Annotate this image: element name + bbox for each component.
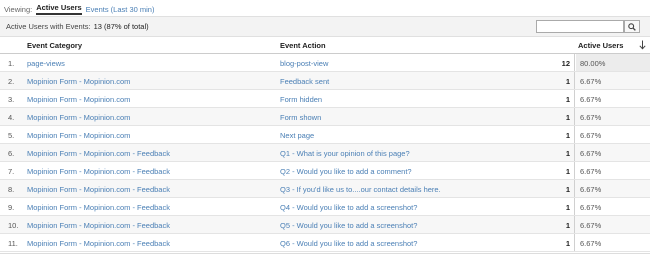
row-number: 9. [8, 203, 15, 212]
event-action-link[interactable]: Q3 - If you'd like us to....our contact … [280, 185, 441, 194]
event-action-link[interactable]: blog-post-view [280, 59, 328, 68]
summary-bar: Active Users with Events: 13 (87% of tot… [0, 16, 650, 37]
column-divider [574, 144, 575, 161]
row-number: 10. [8, 221, 19, 230]
table-body: 1. page-views blog-post-view 12 80.00% 2… [0, 54, 650, 252]
table-row: 4. Mopinion Form - Mopinion.com Form sho… [0, 108, 650, 126]
table-row: 11. Mopinion Form - Mopinion.com - Feedb… [0, 234, 650, 252]
tab-active-users[interactable]: Active Users [36, 3, 82, 15]
table-footer-divider [0, 253, 650, 254]
active-users-count: 1 [565, 203, 570, 212]
event-category-link[interactable]: Mopinion Form - Mopinion.com [27, 95, 130, 104]
event-category-link[interactable]: Mopinion Form - Mopinion.com [27, 131, 130, 140]
active-users-percent: 6.67% [580, 113, 602, 122]
table-row: 7. Mopinion Form - Mopinion.com - Feedba… [0, 162, 650, 180]
row-number: 5. [8, 131, 15, 140]
event-category-link[interactable]: Mopinion Form - Mopinion.com - Feedback [27, 203, 170, 212]
row-number: 6. [8, 149, 15, 158]
tab-events-last-30-min[interactable]: Events (Last 30 min) [86, 5, 155, 14]
column-divider [574, 162, 575, 179]
table-row: 1. page-views blog-post-view 12 80.00% [0, 54, 650, 72]
arrow-down-icon[interactable] [639, 40, 646, 52]
event-action-link[interactable]: Form shown [280, 113, 321, 122]
column-divider [574, 234, 575, 251]
summary-value: 13 (87% of total) [93, 22, 149, 31]
row-number: 8. [8, 185, 15, 194]
event-category-link[interactable]: Mopinion Form - Mopinion.com - Feedback [27, 167, 170, 176]
active-users-count: 1 [565, 131, 570, 140]
active-users-percent: 6.67% [580, 167, 602, 176]
column-divider [574, 126, 575, 143]
search-button[interactable] [624, 20, 640, 33]
search-icon [628, 22, 636, 31]
active-users-count: 1 [565, 239, 570, 248]
event-action-link[interactable]: Next page [280, 131, 314, 140]
active-users-percent: 6.67% [580, 221, 602, 230]
column-divider [574, 54, 575, 71]
active-users-percent: 6.67% [580, 203, 602, 212]
event-category-link[interactable]: Mopinion Form - Mopinion.com - Feedback [27, 239, 170, 248]
table-row: 6. Mopinion Form - Mopinion.com - Feedba… [0, 144, 650, 162]
header-event-category[interactable]: Event Category [27, 41, 82, 50]
event-action-link[interactable]: Q4 - Would you like to add a screenshot? [280, 203, 417, 212]
column-divider [574, 72, 575, 89]
active-users-count: 1 [565, 95, 570, 104]
row-number: 4. [8, 113, 15, 122]
event-category-link[interactable]: page-views [27, 59, 65, 68]
event-action-link[interactable]: Q2 - Would you like to add a comment? [280, 167, 412, 176]
row-number: 11. [8, 239, 18, 248]
active-users-count: 1 [565, 149, 570, 158]
active-users-count: 1 [565, 77, 570, 86]
active-users-count: 1 [565, 167, 570, 176]
column-divider [574, 108, 575, 125]
event-category-link[interactable]: Mopinion Form - Mopinion.com - Feedback [27, 221, 170, 230]
table-row: 5. Mopinion Form - Mopinion.com Next pag… [0, 126, 650, 144]
active-users-percent: 6.67% [580, 77, 602, 86]
event-category-link[interactable]: Mopinion Form - Mopinion.com [27, 77, 130, 86]
row-number: 1. [8, 59, 15, 68]
header-active-users[interactable]: Active Users [578, 41, 623, 50]
event-action-link[interactable]: Q5 - Would you like to add a screenshot? [280, 221, 417, 230]
table-row: 2. Mopinion Form - Mopinion.com Feedback… [0, 72, 650, 90]
event-action-link[interactable]: Q1 - What is your opinion of this page? [280, 149, 410, 158]
event-action-link[interactable]: Form hidden [280, 95, 322, 104]
table-row: 8. Mopinion Form - Mopinion.com - Feedba… [0, 180, 650, 198]
column-divider [574, 216, 575, 233]
row-number: 2. [8, 77, 15, 86]
header-event-action[interactable]: Event Action [280, 41, 326, 50]
event-category-link[interactable]: Mopinion Form - Mopinion.com [27, 113, 130, 122]
table-row: 9. Mopinion Form - Mopinion.com - Feedba… [0, 198, 650, 216]
active-users-count: 12 [561, 59, 570, 68]
active-users-percent: 6.67% [580, 95, 602, 104]
viewing-label: Viewing: [4, 4, 33, 14]
active-users-percent: 80.00% [580, 59, 606, 68]
event-category-link[interactable]: Mopinion Form - Mopinion.com - Feedback [27, 149, 170, 158]
active-users-count: 1 [565, 185, 570, 194]
active-users-percent: 6.67% [580, 185, 602, 194]
viewing-tabs: Viewing: Active Users Events (Last 30 mi… [4, 2, 154, 16]
event-action-link[interactable]: Feedback sent [280, 77, 329, 86]
summary-label: Active Users with Events: [6, 22, 91, 31]
active-users-percent: 6.67% [580, 131, 602, 140]
active-users-count: 1 [565, 221, 570, 230]
row-number: 7. [8, 167, 15, 176]
event-category-link[interactable]: Mopinion Form - Mopinion.com - Feedback [27, 185, 170, 194]
row-number: 3. [8, 95, 15, 104]
active-users-percent: 6.67% [580, 239, 602, 248]
column-divider [574, 180, 575, 197]
table-header: Event Category Event Action Active Users [0, 37, 650, 54]
active-users-percent: 6.67% [580, 149, 602, 158]
event-action-link[interactable]: Q6 - Would you like to add a screenshot? [280, 239, 417, 248]
column-divider [574, 90, 575, 107]
active-users-count: 1 [565, 113, 570, 122]
column-divider [574, 198, 575, 215]
table-row: 3. Mopinion Form - Mopinion.com Form hid… [0, 90, 650, 108]
search-input[interactable] [536, 20, 624, 33]
table-row: 10. Mopinion Form - Mopinion.com - Feedb… [0, 216, 650, 234]
